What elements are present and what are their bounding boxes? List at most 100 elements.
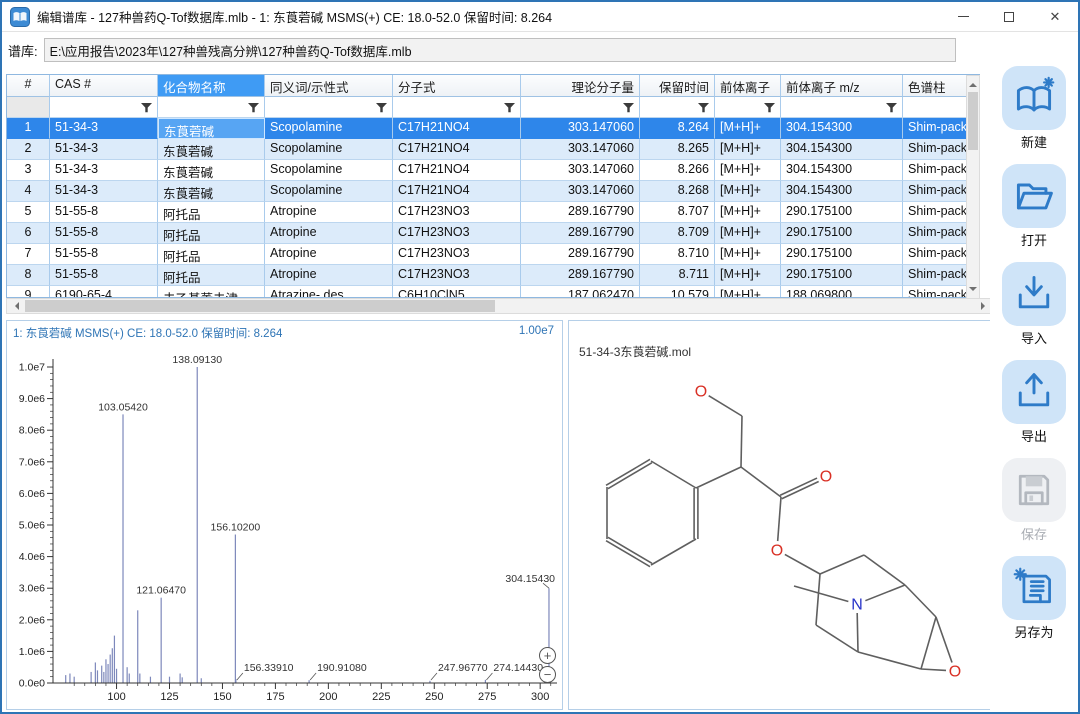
- cell-r3-c3[interactable]: Scopolamine: [265, 160, 393, 181]
- library-path-input[interactable]: E:\应用报告\2023年\127种兽残高分辨\127种兽药Q-Tof数据库.m…: [44, 38, 956, 62]
- cell-r2-c2[interactable]: 东莨菪碱: [158, 139, 265, 160]
- scroll-left-icon[interactable]: [11, 302, 19, 310]
- filter-cell-2[interactable]: [158, 97, 265, 118]
- maximize-button[interactable]: [986, 2, 1032, 31]
- cell-r3-c0[interactable]: 3: [7, 160, 50, 181]
- cell-r6-c8[interactable]: 290.175100: [781, 223, 903, 244]
- cell-r3-c5[interactable]: 303.147060: [521, 160, 640, 181]
- cell-r4-c0[interactable]: 4: [7, 181, 50, 202]
- cell-r1-c5[interactable]: 303.147060: [521, 118, 640, 139]
- cell-r4-c4[interactable]: C17H21NO4: [393, 181, 521, 202]
- column-header-1[interactable]: CAS #: [50, 75, 158, 97]
- open-button[interactable]: 打开: [1002, 164, 1066, 249]
- cell-r4-c7[interactable]: [M+H]+: [715, 181, 781, 202]
- filter-cell-3[interactable]: [265, 97, 393, 118]
- cell-r6-c7[interactable]: [M+H]+: [715, 223, 781, 244]
- cell-r1-c8[interactable]: 304.154300: [781, 118, 903, 139]
- spectrum-panel[interactable]: 1: 东莨菪碱 MSMS(+) CE: 18.0-52.0 保留时间: 8.26…: [6, 320, 563, 710]
- horizontal-scroll-thumb[interactable]: [25, 300, 495, 312]
- cell-r8-c8[interactable]: 290.175100: [781, 265, 903, 286]
- cell-r1-c7[interactable]: [M+H]+: [715, 118, 781, 139]
- cell-r7-c4[interactable]: C17H23NO3: [393, 244, 521, 265]
- cell-r7-c7[interactable]: [M+H]+: [715, 244, 781, 265]
- filter-funnel-icon[interactable]: [698, 103, 709, 113]
- cell-r5-c3[interactable]: Atropine: [265, 202, 393, 223]
- cell-r7-c3[interactable]: Atropine: [265, 244, 393, 265]
- cell-r1-c2[interactable]: 东莨菪碱: [158, 118, 265, 139]
- cell-r6-c5[interactable]: 289.167790: [521, 223, 640, 244]
- cell-r5-c4[interactable]: C17H23NO3: [393, 202, 521, 223]
- cell-r8-c6[interactable]: 8.711: [640, 265, 715, 286]
- column-header-2[interactable]: 化合物名称: [158, 75, 265, 97]
- cell-r9-c0[interactable]: 9: [7, 286, 50, 297]
- filter-cell-6[interactable]: [640, 97, 715, 118]
- filter-cell-7[interactable]: [715, 97, 781, 118]
- column-header-6[interactable]: 保留时间: [640, 75, 715, 97]
- cell-r2-c5[interactable]: 303.147060: [521, 139, 640, 160]
- table-scroll-area[interactable]: #CAS #化合物名称同义词/示性式分子式理论分子量保留时间前体离子前体离子 m…: [7, 75, 980, 297]
- cell-r2-c8[interactable]: 304.154300: [781, 139, 903, 160]
- cell-r7-c2[interactable]: 阿托品: [158, 244, 265, 265]
- cell-r9-c7[interactable]: [M+H]+: [715, 286, 781, 297]
- cell-r1-c4[interactable]: C17H21NO4: [393, 118, 521, 139]
- cell-r8-c1[interactable]: 51-55-8: [50, 265, 158, 286]
- filter-cell-4[interactable]: [393, 97, 521, 118]
- cell-r1-c3[interactable]: Scopolamine: [265, 118, 393, 139]
- table-row-3[interactable]: 351-34-3东莨菪碱ScopolamineC17H21NO4303.1470…: [7, 160, 980, 181]
- table-vertical-scrollbar[interactable]: [966, 75, 980, 299]
- cell-r2-c1[interactable]: 51-34-3: [50, 139, 158, 160]
- table-row-7[interactable]: 751-55-8阿托品AtropineC17H23NO3289.1677908.…: [7, 244, 980, 265]
- cell-r8-c3[interactable]: Atropine: [265, 265, 393, 286]
- table-row-9[interactable]: 96190-65-4去乙基莠去津Atrazine- des...C6H10ClN…: [7, 286, 980, 297]
- structure-panel[interactable]: 51-34-3东莨菪碱.mol OOONO: [568, 320, 991, 710]
- cell-r9-c2[interactable]: 去乙基莠去津: [158, 286, 265, 297]
- cell-r4-c1[interactable]: 51-34-3: [50, 181, 158, 202]
- new-library-button[interactable]: 新建: [1002, 66, 1066, 151]
- save-button[interactable]: 保存: [1002, 458, 1066, 543]
- cell-r9-c3[interactable]: Atrazine- des...: [265, 286, 393, 297]
- zoom-out-button[interactable]: −: [539, 666, 556, 683]
- table-row-2[interactable]: 251-34-3东莨菪碱ScopolamineC17H21NO4303.1470…: [7, 139, 980, 160]
- table-row-8[interactable]: 851-55-8阿托品AtropineC17H23NO3289.1677908.…: [7, 265, 980, 286]
- cell-r6-c1[interactable]: 51-55-8: [50, 223, 158, 244]
- cell-r3-c8[interactable]: 304.154300: [781, 160, 903, 181]
- cell-r6-c6[interactable]: 8.709: [640, 223, 715, 244]
- column-header-7[interactable]: 前体离子: [715, 75, 781, 97]
- cell-r5-c1[interactable]: 51-55-8: [50, 202, 158, 223]
- cell-r9-c6[interactable]: 10.579: [640, 286, 715, 297]
- cell-r7-c0[interactable]: 7: [7, 244, 50, 265]
- cell-r7-c8[interactable]: 290.175100: [781, 244, 903, 265]
- cell-r7-c5[interactable]: 289.167790: [521, 244, 640, 265]
- cell-r7-c1[interactable]: 51-55-8: [50, 244, 158, 265]
- cell-r3-c2[interactable]: 东莨菪碱: [158, 160, 265, 181]
- filter-funnel-icon[interactable]: [141, 103, 152, 113]
- cell-r2-c0[interactable]: 2: [7, 139, 50, 160]
- column-header-8[interactable]: 前体离子 m/z: [781, 75, 903, 97]
- filter-cell-1[interactable]: [50, 97, 158, 118]
- column-header-3[interactable]: 同义词/示性式: [265, 75, 393, 97]
- cell-r9-c5[interactable]: 187.062470: [521, 286, 640, 297]
- cell-r1-c0[interactable]: 1: [7, 118, 50, 139]
- cell-r4-c2[interactable]: 东莨菪碱: [158, 181, 265, 202]
- cell-r5-c6[interactable]: 8.707: [640, 202, 715, 223]
- cell-r2-c3[interactable]: Scopolamine: [265, 139, 393, 160]
- cell-r3-c1[interactable]: 51-34-3: [50, 160, 158, 181]
- cell-r4-c5[interactable]: 303.147060: [521, 181, 640, 202]
- zoom-in-button[interactable]: +: [539, 647, 556, 664]
- cell-r1-c1[interactable]: 51-34-3: [50, 118, 158, 139]
- cell-r8-c4[interactable]: C17H23NO3: [393, 265, 521, 286]
- cell-r6-c0[interactable]: 6: [7, 223, 50, 244]
- table-row-6[interactable]: 651-55-8阿托品AtropineC17H23NO3289.1677908.…: [7, 223, 980, 244]
- cell-r3-c6[interactable]: 8.266: [640, 160, 715, 181]
- table-row-4[interactable]: 451-34-3东莨菪碱ScopolamineC17H21NO4303.1470…: [7, 181, 980, 202]
- column-header-5[interactable]: 理论分子量: [521, 75, 640, 97]
- scroll-right-icon[interactable]: [981, 302, 989, 310]
- filter-funnel-icon[interactable]: [248, 103, 259, 113]
- filter-funnel-icon[interactable]: [764, 103, 775, 113]
- cell-r2-c7[interactable]: [M+H]+: [715, 139, 781, 160]
- filter-funnel-icon[interactable]: [376, 103, 387, 113]
- scroll-down-icon[interactable]: [969, 287, 977, 295]
- cell-r5-c7[interactable]: [M+H]+: [715, 202, 781, 223]
- minimize-button[interactable]: [940, 2, 986, 31]
- table-row-5[interactable]: 551-55-8阿托品AtropineC17H23NO3289.1677908.…: [7, 202, 980, 223]
